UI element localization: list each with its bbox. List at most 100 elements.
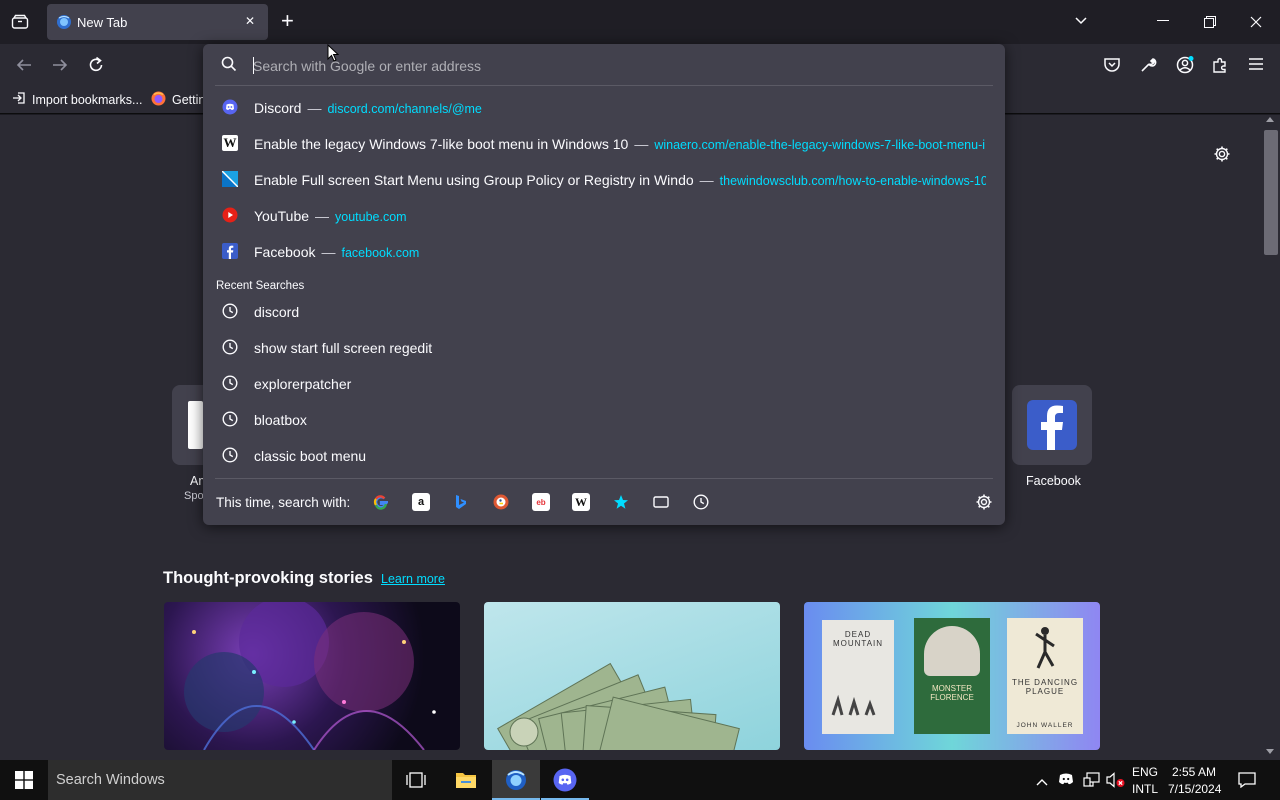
wrench-icon[interactable] xyxy=(1139,56,1157,79)
windows-start-icon[interactable] xyxy=(15,771,33,794)
book-cover-dancing-plague: THE DANCING PLAGUE JOHN WALLER xyxy=(1007,618,1083,734)
restore-button[interactable] xyxy=(1204,15,1216,28)
language-bottom[interactable]: INTL xyxy=(1132,782,1158,796)
minimize-button[interactable] xyxy=(1157,20,1169,21)
suggestion-url: facebook.com xyxy=(341,246,420,260)
suggestion-row-winaero[interactable]: W Enable the legacy Windows 7-like boot … xyxy=(211,126,997,162)
tab-new-tab[interactable]: New Tab ✕ xyxy=(47,4,268,40)
suggestion-title: Discord xyxy=(254,100,302,116)
top-site-label-facebook: Facebook xyxy=(1026,474,1081,488)
search-settings-gear-icon[interactable] xyxy=(975,493,993,516)
bookmark-label: Gettin xyxy=(172,93,206,107)
suggestion-row-facebook[interactable]: Facebook — facebook.com xyxy=(211,234,997,270)
story-card-1[interactable] xyxy=(164,602,460,750)
forward-icon[interactable] xyxy=(51,57,69,78)
ebay-icon[interactable]: eb xyxy=(532,493,550,511)
taskbar-discord[interactable] xyxy=(541,760,589,800)
recent-search-row[interactable]: discord xyxy=(211,294,997,330)
top-site-sublabel: Spo xyxy=(184,490,204,502)
show-hidden-icons-chevron-icon[interactable] xyxy=(1036,774,1048,792)
file-explorer-icon[interactable] xyxy=(455,770,477,795)
task-view-icon[interactable] xyxy=(406,772,426,793)
recent-search-text: classic boot menu xyxy=(254,448,367,464)
bookmark-import[interactable]: Import bookmarks... xyxy=(12,91,142,108)
menu-icon[interactable] xyxy=(1248,57,1264,76)
bookmark-getting-started[interactable]: Gettin xyxy=(151,91,205,109)
clock-time[interactable]: 2:55 AM xyxy=(1172,765,1216,779)
history-clock-icon xyxy=(222,339,238,355)
urlbar-separator xyxy=(215,85,993,86)
suggestion-title: YouTube xyxy=(254,208,310,224)
list-all-tabs-button[interactable] xyxy=(1073,14,1089,28)
learn-more-link[interactable]: Learn more xyxy=(381,572,445,586)
pocket-icon[interactable] xyxy=(1103,56,1121,79)
taskbar-firefox-active[interactable] xyxy=(492,760,540,800)
account-icon[interactable] xyxy=(1175,55,1195,80)
language-top[interactable]: ENG xyxy=(1132,765,1158,779)
search-with-label: This time, search with: xyxy=(216,495,351,510)
recent-search-text: bloatbox xyxy=(254,412,307,428)
youtube-icon xyxy=(222,207,238,223)
scrollbar-thumb[interactable] xyxy=(1264,130,1278,255)
recent-search-row[interactable]: classic boot menu xyxy=(211,438,997,474)
taskbar-search-box[interactable]: Search Windows xyxy=(48,760,392,800)
tabs-icon[interactable] xyxy=(652,493,670,511)
newtab-settings-icon[interactable] xyxy=(1213,145,1231,168)
suggestion-title: Facebook xyxy=(254,244,316,260)
bing-icon[interactable] xyxy=(452,493,470,511)
reload-icon[interactable] xyxy=(87,56,105,79)
facebook-icon xyxy=(222,243,238,259)
scroll-down-arrow-icon[interactable] xyxy=(1266,749,1274,754)
tab-close-button[interactable]: ✕ xyxy=(245,14,255,28)
recent-search-row[interactable]: bloatbox xyxy=(211,402,997,438)
search-shortcuts-separator xyxy=(215,478,993,479)
tray-discord-icon[interactable] xyxy=(1058,772,1074,791)
book-cover-dead-mountain: DEAD MOUNTAIN xyxy=(822,620,894,734)
recent-search-row[interactable]: show start full screen regedit xyxy=(211,330,997,366)
scroll-up-arrow-icon[interactable] xyxy=(1266,117,1274,122)
history-icon[interactable] xyxy=(692,493,710,511)
duckduckgo-icon[interactable] xyxy=(492,493,510,511)
story-card-3[interactable]: DEAD MOUNTAIN MONSTER FLORENCE THE DANCI… xyxy=(804,602,1100,750)
amazon-icon[interactable]: a xyxy=(412,493,430,511)
extensions-icon[interactable] xyxy=(1211,56,1229,79)
recent-search-row[interactable]: explorerpatcher xyxy=(211,366,997,402)
windowsclub-icon xyxy=(222,171,238,187)
back-icon[interactable] xyxy=(15,57,33,78)
recent-search-text: show start full screen regedit xyxy=(254,340,433,356)
story-image-neural-art xyxy=(184,602,436,750)
story-image-money xyxy=(497,662,740,750)
clock-date[interactable]: 7/15/2024 xyxy=(1168,782,1221,796)
winaero-icon: W xyxy=(222,135,238,151)
recent-searches-header: Recent Searches xyxy=(216,280,305,292)
tab-title: New Tab xyxy=(77,15,128,30)
history-clock-icon xyxy=(222,303,238,319)
network-icon[interactable] xyxy=(1083,772,1101,793)
suggestion-row-windowsclub[interactable]: Enable Full screen Start Menu using Grou… xyxy=(211,162,997,198)
close-window-button[interactable] xyxy=(1250,15,1262,28)
firefox-icon xyxy=(505,769,527,796)
history-clock-icon xyxy=(222,447,238,463)
volume-muted-icon[interactable] xyxy=(1106,772,1126,793)
tab-strip: New Tab ✕ + xyxy=(0,0,1280,44)
book-cover-monster-of-florence: MONSTER FLORENCE xyxy=(914,618,990,734)
wikipedia-icon[interactable]: W xyxy=(572,493,590,511)
suggestion-row-discord[interactable]: Discord — discord.com/channels/@me xyxy=(211,90,997,126)
bookmarks-star-icon[interactable] xyxy=(612,493,630,511)
stories-heading: Thought-provoking stories xyxy=(163,569,373,587)
suggestion-row-youtube[interactable]: YouTube — youtube.com xyxy=(211,198,997,234)
story-card-2[interactable] xyxy=(484,602,780,750)
google-icon[interactable] xyxy=(372,493,390,511)
new-tab-button[interactable]: + xyxy=(281,8,294,34)
facebook-icon xyxy=(1027,400,1077,450)
url-input[interactable] xyxy=(253,56,953,76)
action-center-icon[interactable] xyxy=(1238,772,1256,793)
suggestion-url: discord.com/channels/@me xyxy=(327,102,482,116)
recent-search-text: explorerpatcher xyxy=(254,376,352,392)
firefox-icon xyxy=(151,91,166,109)
firefox-icon xyxy=(56,14,72,30)
taskbar-search-placeholder: Search Windows xyxy=(56,772,165,788)
firefox-view-icon[interactable] xyxy=(8,11,32,33)
top-site-tile-facebook[interactable] xyxy=(1012,385,1092,465)
windows-taskbar: Search Windows ENG INTL 2:55 AM 7/15/202… xyxy=(0,760,1280,800)
